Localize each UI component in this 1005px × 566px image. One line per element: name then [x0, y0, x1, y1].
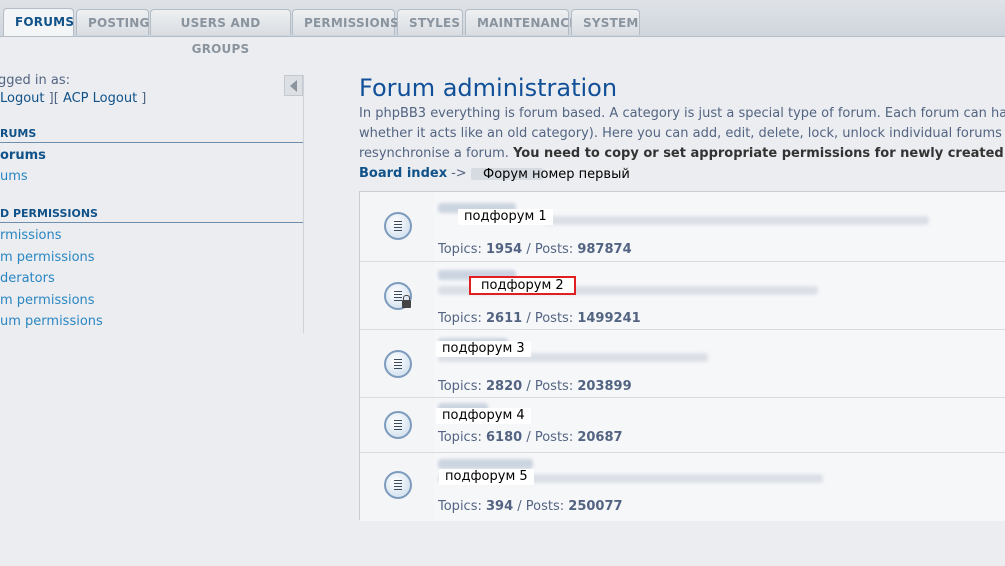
sidebar-item-group-forum-permissions[interactable]: um permissions	[0, 314, 103, 329]
forum-row: подфорум 5 Topics: 394 / Posts: 250077	[360, 452, 1005, 521]
logged-in-label: gged in as:	[0, 73, 70, 88]
forum-row: подфорум 3 Topics: 2820 / Posts: 203899	[360, 329, 1005, 397]
forum-stats: Topics: 1954 / Posts: 987874	[438, 242, 632, 257]
tab-styles[interactable]: STYLES	[397, 9, 463, 35]
tab-system[interactable]: SYSTEM	[571, 9, 640, 35]
forum-icon-cell	[360, 192, 435, 261]
intro-line-3-text: resynchronise a forum.	[359, 146, 514, 161]
forum-stats: Topics: 394 / Posts: 250077	[438, 499, 623, 514]
forum-description-blurred	[544, 216, 929, 225]
logout-link[interactable]: Logout	[0, 91, 45, 106]
forum-row-body: подфорум 3 Topics: 2820 / Posts: 203899	[434, 330, 1005, 397]
acp-logout-link[interactable]: ACP Logout	[63, 91, 137, 106]
tab-posting[interactable]: POSTING	[76, 9, 149, 35]
forum-row-body: подфорум 5 Topics: 394 / Posts: 250077	[434, 453, 1005, 521]
sidebar-menu: gged in as: Logout ][ ACP Logout ] RUMS …	[0, 36, 304, 336]
sidebar-item-forum-moderator-permissions[interactable]: m permissions	[0, 250, 95, 265]
sidebar-section-header-permissions: D PERMISSIONS	[0, 207, 303, 223]
tab-maintenance[interactable]: MAINTENANCE	[465, 9, 578, 35]
sidebar-item-moderators[interactable]: derators	[0, 271, 55, 286]
link-bracket-end: ]	[137, 91, 147, 106]
tab-permissions[interactable]: PERMISSIONS	[292, 9, 399, 35]
top-tab-bar: FORUMS POSTING USERS AND GROUPS PERMISSI…	[0, 0, 1005, 56]
link-separator: ][	[44, 91, 63, 106]
breadcrumb-arrow: ->	[451, 166, 467, 181]
forum-title-blurred	[438, 459, 533, 469]
forum-stats: Topics: 6180 / Posts: 20687	[438, 430, 623, 445]
sidebar-item-user-forum-permissions[interactable]: m permissions	[0, 293, 95, 308]
intro-line-3: resynchronise a forum. You need to copy …	[359, 144, 1005, 164]
sidebar-divider	[303, 75, 304, 333]
intro-permissions-note: You need to copy or set appropriate perm…	[513, 146, 1005, 161]
forum-read-icon[interactable]	[384, 212, 412, 240]
breadcrumb: Board index -> Форум номер первый	[359, 166, 630, 182]
forum-row: подфорум 4 Topics: 6180 / Posts: 20687	[360, 397, 1005, 452]
forum-name-2-highlighted[interactable]: подфорум 2	[469, 276, 576, 295]
forum-row-body: подфорум 2 Topics: 2611 / Posts: 1499241	[434, 262, 1005, 329]
forum-icon-cell	[360, 398, 435, 452]
forum-row: подфорум 1 Topics: 1954 / Posts: 987874	[360, 192, 1005, 261]
forum-read-icon[interactable]	[384, 350, 412, 378]
tab-users-and-groups[interactable]: USERS AND GROUPS	[150, 9, 291, 56]
intro-line-2: whether it acts like an old category). H…	[359, 126, 1005, 141]
forum-name-4[interactable]: подфорум 4	[436, 408, 531, 424]
sidebar-section-header-forums: RUMS	[0, 127, 303, 143]
forum-row-body: подфорум 1 Topics: 1954 / Posts: 987874	[434, 192, 1005, 261]
breadcrumb-board-index[interactable]: Board index	[359, 166, 447, 181]
forum-row: подфорум 2 Topics: 2611 / Posts: 1499241	[360, 261, 1005, 329]
tab-forums[interactable]: FORUMS	[3, 8, 74, 36]
sidebar-item-manage-forums[interactable]: orums	[0, 148, 46, 163]
forum-list: подфорум 1 Topics: 1954 / Posts: 987874 …	[359, 191, 1005, 521]
forum-stats: Topics: 2820 / Posts: 203899	[438, 379, 632, 394]
forum-read-icon[interactable]	[384, 411, 412, 439]
sidebar-item-forum-permissions[interactable]: rmissions	[0, 228, 62, 243]
forum-row-body: подфорум 4 Topics: 6180 / Posts: 20687	[434, 398, 1005, 452]
sidebar-item-forums-2[interactable]: ums	[0, 169, 28, 184]
forum-icon-cell	[360, 453, 435, 521]
forum-stats: Topics: 2611 / Posts: 1499241	[438, 311, 641, 326]
breadcrumb-forum-name[interactable]: Форум номер первый	[483, 167, 630, 182]
logout-links: Logout ][ ACP Logout ]	[0, 91, 146, 106]
forum-icon-cell	[360, 330, 435, 397]
collapse-menu-icon[interactable]	[284, 75, 303, 96]
page-intro: In phpBB3 everything is forum based. A c…	[359, 104, 1005, 164]
forum-icon-cell	[360, 262, 435, 329]
intro-line-1: In phpBB3 everything is forum based. A c…	[359, 106, 1005, 121]
forum-name-3[interactable]: подфорум 3	[436, 341, 531, 357]
forum-name-5[interactable]: подфорум 5	[439, 469, 534, 485]
page-title: Forum administration	[359, 74, 618, 102]
lock-icon	[402, 295, 411, 308]
forum-read-icon[interactable]	[384, 471, 412, 499]
forum-name-1[interactable]: подфорум 1	[458, 209, 553, 225]
